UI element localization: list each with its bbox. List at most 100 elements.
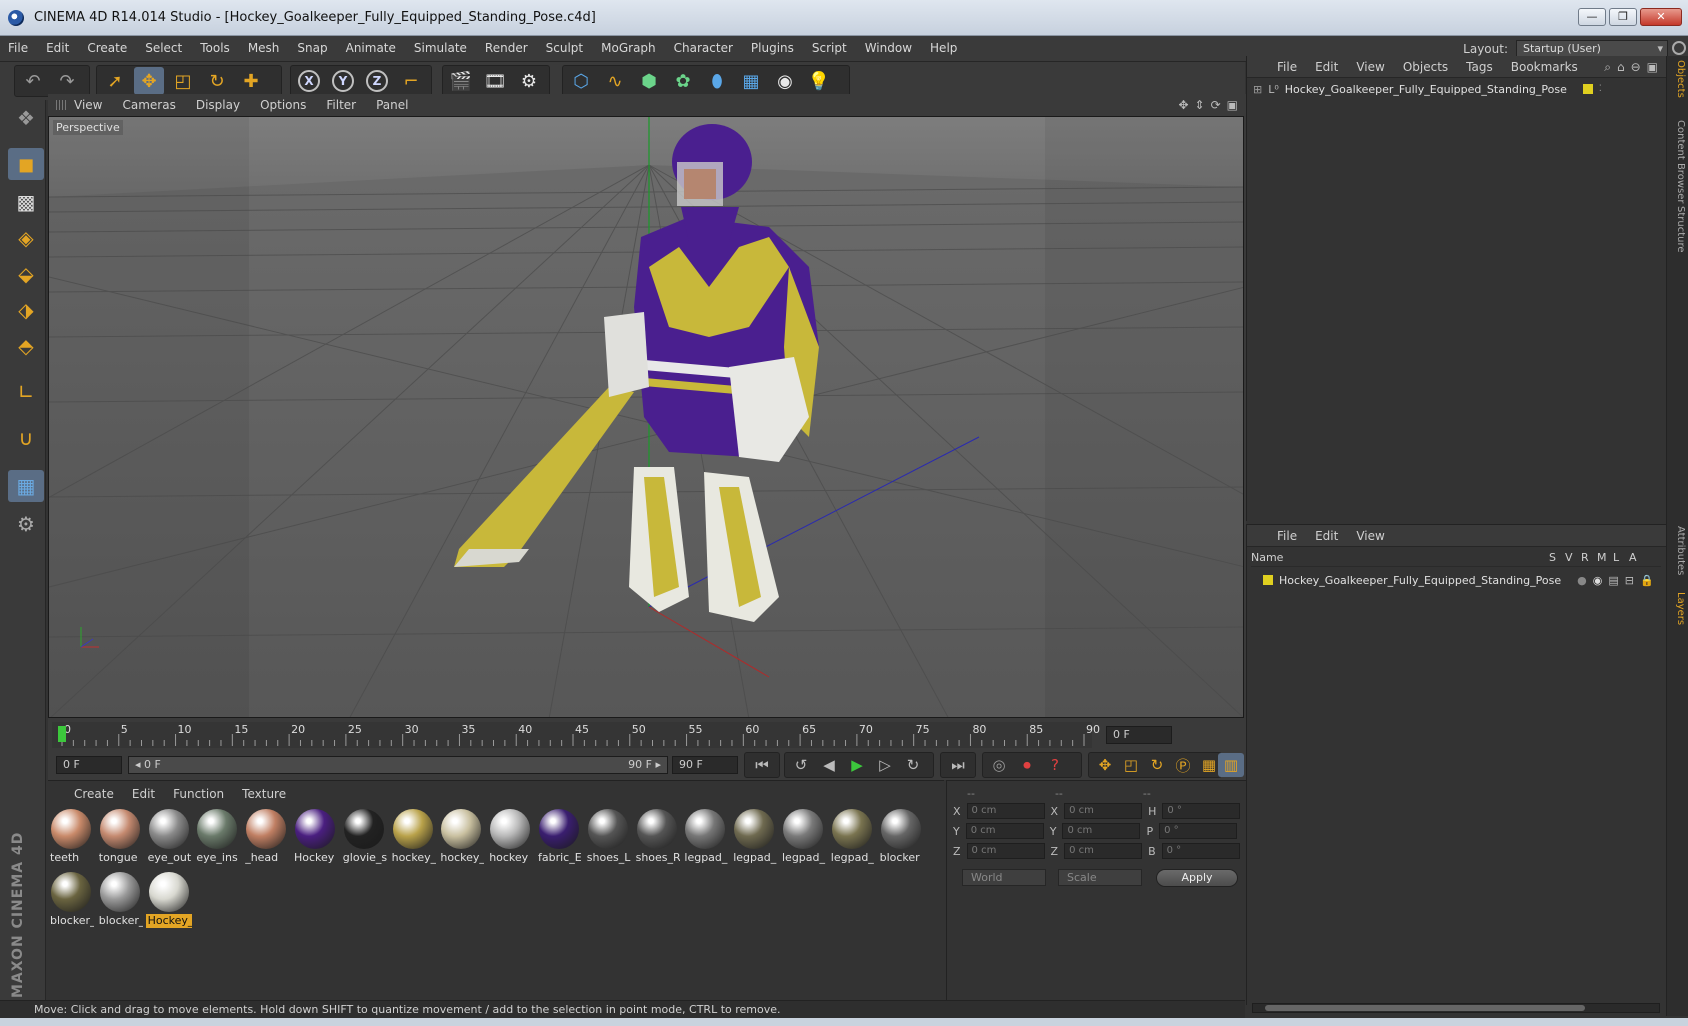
undo-icon[interactable]: ↶ [18,67,48,95]
axis-mode-icon[interactable]: ∟ [8,376,44,408]
expand-toggle-icon[interactable]: ⊞ [1253,83,1262,96]
visibility-dots-icon[interactable]: ⁚ [1599,84,1602,94]
search-objects-icon[interactable]: ⌕ [1604,60,1611,75]
material-preview-ball[interactable] [246,809,287,849]
viewport-menu-display[interactable]: Display [196,98,240,112]
coord-size-x-field[interactable]: 0 cm [1064,803,1143,819]
render-settings-icon[interactable]: ⚙ [514,67,544,95]
layer-horizontal-scrollbar[interactable] [1252,1003,1660,1013]
layer-name[interactable]: Hockey_Goalkeeper_Fully_Equipped_Standin… [1279,574,1561,587]
previous-frame-icon[interactable]: ◀ [816,753,842,777]
material-swatch[interactable]: hockey_ [390,807,436,867]
collapse-icon[interactable]: ⊖ [1631,60,1641,75]
toggle-view-icon[interactable]: ▣ [1227,98,1238,112]
layer-visible-icon[interactable]: ◉ [1593,574,1603,587]
attributes-tab[interactable]: Attributes [1670,526,1686,575]
scale-tool-icon[interactable]: ◰ [168,67,198,95]
material-swatch[interactable]: hockey [487,807,533,867]
next-key-icon[interactable]: ↻ [900,753,926,777]
coordinate-system-icon[interactable]: ⌐ [396,67,426,95]
snap-magnet-icon[interactable]: ∪ [8,422,44,454]
layer-column-l[interactable]: L [1613,551,1629,566]
menu-edit[interactable]: Edit [46,41,69,55]
rotate-tool-icon[interactable]: ↻ [202,67,232,95]
deformer-icon[interactable]: ⬮ [702,67,732,95]
material-preview-ball[interactable] [636,809,677,849]
material-swatch[interactable]: glovie_s [341,807,387,867]
layer-column-r[interactable]: R [1581,551,1597,566]
coord-position-z-field[interactable]: 0 cm [966,843,1045,859]
menu-character[interactable]: Character [674,41,733,55]
new-window-icon[interactable]: ▣ [1647,60,1658,75]
layer-column-v[interactable]: V [1565,551,1581,566]
start-frame-field[interactable]: 0 F [56,756,122,774]
material-preview-ball[interactable] [197,809,238,849]
material-swatch[interactable]: eye_ins [194,807,240,867]
material-preview-ball[interactable] [490,809,531,849]
coord-size-z-field[interactable]: 0 cm [1064,843,1143,859]
timeline-window-icon[interactable]: ▥ [1218,753,1244,777]
layer-column-name[interactable]: Name [1251,551,1549,566]
viewport-menu-cameras[interactable]: Cameras [122,98,175,112]
material-swatch[interactable]: legpad_ [829,807,875,867]
end-frame-field[interactable]: 90 F [672,756,738,774]
model-mode-icon[interactable]: ◼ [8,148,44,180]
material-swatch[interactable]: shoes_R [634,807,680,867]
material-preview-ball[interactable] [148,872,189,912]
scale-mode-select[interactable]: Scale [1058,869,1142,886]
menu-simulate[interactable]: Simulate [414,41,467,55]
object-menu-objects[interactable]: Objects [1403,60,1448,74]
key-position-icon[interactable]: ✥ [1092,753,1118,777]
object-name[interactable]: Hockey_Goalkeeper_Fully_Equipped_Standin… [1285,83,1567,96]
material-menu-create[interactable]: Create [74,787,114,801]
layer-item[interactable]: Hockey_Goalkeeper_Fully_Equipped_Standin… [1253,571,1661,589]
render-picture-viewer-icon[interactable]: 🎞 [480,67,510,95]
menu-tools[interactable]: Tools [200,41,230,55]
autokeying-icon[interactable]: ? [1042,753,1068,777]
material-swatch[interactable]: teeth [48,807,94,867]
layer-color-icon[interactable] [1263,575,1273,585]
texture-mode-icon[interactable]: ▩ [8,186,44,218]
material-swatch[interactable]: Hockey_ [145,870,192,930]
key-parameter-icon[interactable]: Ⓟ [1170,753,1196,777]
make-editable-icon[interactable]: ❖ [8,102,44,134]
restore-button[interactable]: ❐ [1609,8,1637,26]
y-axis-lock-icon[interactable]: Y [328,67,358,95]
perspective-viewport[interactable]: Perspective [48,116,1244,718]
material-preview-ball[interactable] [392,809,433,849]
material-preview-ball[interactable] [685,809,726,849]
menu-file[interactable]: File [8,41,28,55]
render-view-icon[interactable]: 🎬 [446,67,476,95]
material-swatch[interactable]: _head [243,807,289,867]
timeline-ruler[interactable]: 0 5 10 15 20 25 30 35 40 45 50 55 60 65 70 75 80 85 90 0 F [48,720,1246,750]
material-swatch[interactable]: blocker_ [97,870,143,930]
menu-mesh[interactable]: Mesh [248,41,280,55]
nurbs-icon[interactable]: ⬢ [634,67,664,95]
layer-menu-view[interactable]: View [1356,529,1384,543]
material-swatch[interactable]: eye_out [146,807,192,867]
menu-mograph[interactable]: MoGraph [601,41,656,55]
x-axis-lock-icon[interactable]: X [294,67,324,95]
key-scale-icon[interactable]: ◰ [1118,753,1144,777]
material-preview-ball[interactable] [734,809,775,849]
layer-column-s[interactable]: S [1549,551,1565,566]
material-preview-ball[interactable] [539,809,579,849]
apply-button[interactable]: Apply [1156,869,1238,887]
search-icon[interactable] [1672,41,1686,55]
material-swatch[interactable]: tongue [97,807,143,867]
workplane-lock-icon[interactable]: ▦ [8,470,44,502]
viewport-menu-panel[interactable]: Panel [376,98,408,112]
current-frame-field[interactable]: 0 F [1106,726,1172,744]
key-rotation-icon[interactable]: ↻ [1144,753,1170,777]
objects-tab[interactable]: Objects [1670,60,1686,98]
menu-animate[interactable]: Animate [346,41,396,55]
layer-render-icon[interactable]: ▤ [1608,574,1618,587]
floor-icon[interactable]: ▦ [736,67,766,95]
record-keys-icon[interactable]: ⏺ [1014,753,1040,777]
pan-view-icon[interactable]: ✥ [1178,98,1188,112]
layer-column-m[interactable]: M [1597,551,1613,566]
material-swatch[interactable]: legpad_ [731,807,777,867]
object-menu-view[interactable]: View [1356,60,1384,74]
go-to-end-icon[interactable]: ⏭ [945,753,971,777]
panel-grip[interactable] [56,100,66,110]
